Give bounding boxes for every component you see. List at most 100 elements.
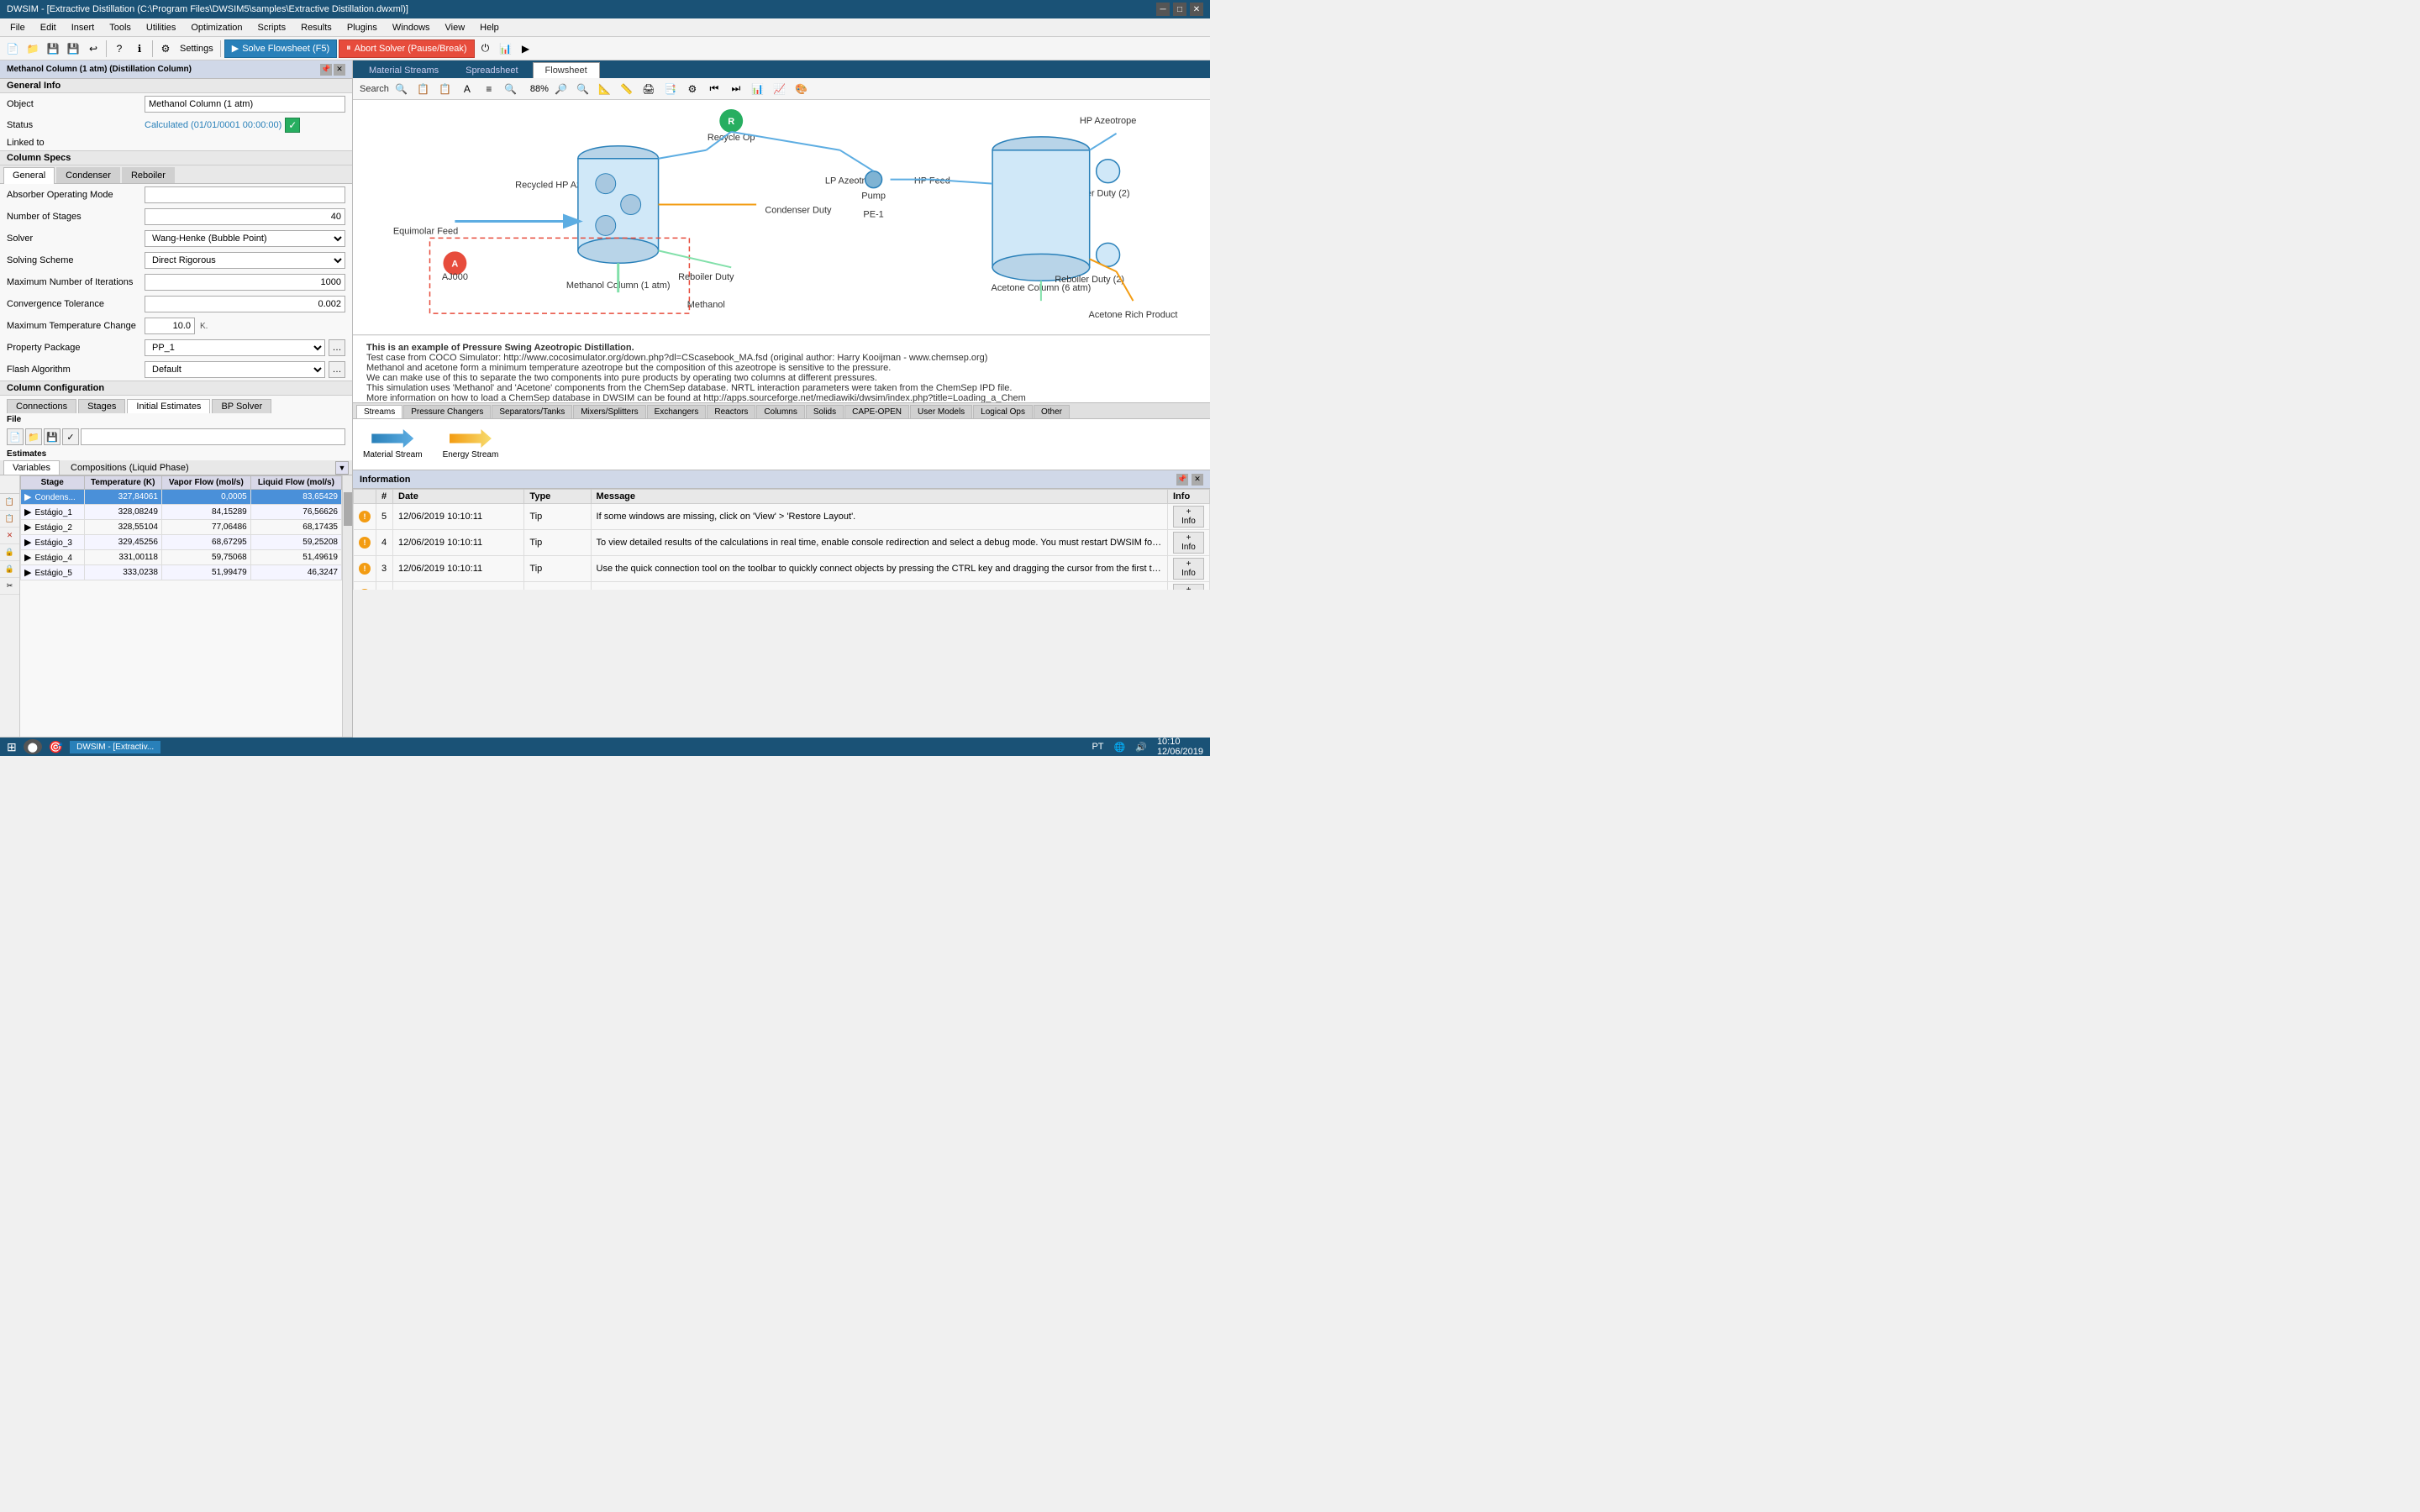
info-btn-2[interactable]: + Info (1173, 558, 1204, 580)
solver-select[interactable]: Wang-Henke (Bubble Point) (145, 230, 345, 247)
fs-tool-8[interactable]: 📊 (749, 80, 767, 98)
info-table-row[interactable]: ! 5 12/06/2019 10:10:11 Tip If some wind… (354, 504, 1210, 530)
row-icon-1[interactable]: 📋 (0, 511, 19, 528)
fs-tool-2[interactable]: 📏 (618, 80, 636, 98)
info-table-row[interactable]: ! 4 12/06/2019 10:10:11 Tip To view deta… (354, 530, 1210, 556)
info-btn-0[interactable]: + Info (1173, 506, 1204, 528)
fs-font-btn[interactable]: A (458, 80, 476, 98)
toggle-solver-btn[interactable]: ⏻ (476, 39, 495, 58)
fs-tool-1[interactable]: 📐 (596, 80, 614, 98)
estimates-table-row[interactable]: ▶Estágio_4 331,00118 59,75068 51,49619 (21, 550, 342, 565)
max-temp-input[interactable] (145, 318, 195, 334)
save-btn[interactable]: 💾 (44, 39, 62, 58)
menu-scripts[interactable]: Scripts (251, 21, 293, 34)
tab-spreadsheet[interactable]: Spreadsheet (453, 62, 530, 78)
info-row-info-btn[interactable]: + Info (1168, 530, 1210, 556)
flash-algo-select[interactable]: Default (145, 361, 325, 378)
tab-general[interactable]: General (3, 167, 55, 184)
scrollbar-thumb[interactable] (344, 492, 352, 526)
prop-pkg-edit-btn[interactable]: … (329, 339, 345, 356)
tab-connections[interactable]: Connections (7, 399, 76, 413)
fs-tool-7[interactable]: ⏭ (727, 80, 745, 98)
maximize-button[interactable]: □ (1173, 3, 1186, 16)
fs-tool-9[interactable]: 📈 (771, 80, 789, 98)
info-panel-pin-btn[interactable]: 📌 (1176, 474, 1188, 486)
fs-zoom-in-btn[interactable]: 🔍 (502, 80, 520, 98)
info-table-row[interactable]: ! 3 12/06/2019 10:10:11 Tip Use the quic… (354, 556, 1210, 582)
menu-edit[interactable]: Edit (34, 21, 63, 34)
max-iter-input[interactable] (145, 274, 345, 291)
settings-toolbar-btn[interactable]: ⚙ (156, 39, 175, 58)
status-value[interactable]: Calculated (01/01/0001 00:00:00) (145, 120, 281, 130)
fs-tool-6[interactable]: ⏮ (705, 80, 723, 98)
info-row-info-btn[interactable]: + Info (1168, 504, 1210, 530)
row-icon-0[interactable]: 📋 (0, 494, 19, 511)
tab-initial-estimates[interactable]: Initial Estimates (127, 399, 210, 413)
palette-tab-logical-ops[interactable]: Logical Ops (973, 405, 1033, 418)
fs-copy-btn[interactable]: 📋 (414, 80, 433, 98)
save-as-btn[interactable]: 💾 (64, 39, 82, 58)
menu-help[interactable]: Help (473, 21, 506, 34)
panel-pin-btn[interactable]: 📌 (320, 64, 332, 76)
filter-btn[interactable]: ▼ (335, 461, 349, 475)
fs-paste-btn[interactable]: 📋 (436, 80, 455, 98)
extra-btn-1[interactable]: 📊 (497, 39, 515, 58)
palette-tab-reactors[interactable]: Reactors (707, 405, 755, 418)
menu-windows[interactable]: Windows (386, 21, 437, 34)
fs-search-btn[interactable]: 🔍 (392, 80, 411, 98)
info-panel-close-btn[interactable]: ✕ (1192, 474, 1203, 486)
conv-tol-input[interactable] (145, 296, 345, 312)
fs-tool-4[interactable]: 📑 (661, 80, 680, 98)
row-icon-5[interactable]: ✂ (0, 578, 19, 595)
info-row-info-btn[interactable]: + Info (1168, 556, 1210, 582)
minimize-button[interactable]: ─ (1156, 3, 1170, 16)
tab-material-streams[interactable]: Material Streams (356, 62, 451, 78)
row-icon-4[interactable]: 🔒 (0, 561, 19, 578)
estimates-table-row[interactable]: ▶Estágio_2 328,55104 77,06486 68,17435 (21, 520, 342, 535)
tab-condenser[interactable]: Condenser (56, 167, 120, 183)
undo-btn[interactable]: ↩ (84, 39, 103, 58)
palette-tab-mixers[interactable]: Mixers/Splitters (573, 405, 645, 418)
palette-tab-streams[interactable]: Streams (356, 405, 402, 418)
estimates-table-row[interactable]: ▶Condens... 327,84061 0,0005 83,65429 (21, 490, 342, 505)
fs-tool-3[interactable]: 🖨 (639, 80, 658, 98)
menu-insert[interactable]: Insert (65, 21, 102, 34)
row-icon-2[interactable]: ✕ (0, 528, 19, 544)
open-btn[interactable]: 📁 (24, 39, 42, 58)
fs-zoom-in-2[interactable]: 🔎 (552, 80, 571, 98)
fs-zoom-out[interactable]: 🔍 (574, 80, 592, 98)
estimates-table-row[interactable]: ▶Estágio_5 333,0238 51,99479 46,3247 (21, 565, 342, 580)
absorber-mode-input[interactable] (145, 186, 345, 203)
info-btn-1[interactable]: + Info (1173, 532, 1204, 554)
info-btn[interactable]: ℹ (130, 39, 149, 58)
palette-tab-user-models[interactable]: User Models (910, 405, 972, 418)
num-stages-input[interactable] (145, 208, 345, 225)
menu-plugins[interactable]: Plugins (340, 21, 384, 34)
file-new-btn[interactable]: 📄 (7, 428, 24, 445)
palette-tab-separators[interactable]: Separators/Tanks (492, 405, 572, 418)
palette-tab-other[interactable]: Other (1034, 405, 1070, 418)
estimates-table-row[interactable]: ▶Estágio_1 328,08249 84,15289 76,56626 (21, 505, 342, 520)
info-btn-3[interactable]: + Info (1173, 584, 1204, 590)
fs-tool-10[interactable]: 🎨 (792, 80, 811, 98)
prop-pkg-select[interactable]: PP_1 (145, 339, 325, 356)
tab-stages[interactable]: Stages (78, 399, 125, 413)
palette-tab-cape-open[interactable]: CAPE-OPEN (844, 405, 909, 418)
fs-align-btn[interactable]: ≡ (480, 80, 498, 98)
info-table-row[interactable]: ! 2 12/06/2019 10:10:11 Tip Press F5 on … (354, 582, 1210, 591)
dwsim-taskbar[interactable]: DWSIM - [Extractiv... (70, 741, 160, 753)
menu-results[interactable]: Results (294, 21, 339, 34)
file-path-input[interactable] (81, 428, 345, 445)
file-save-btn[interactable]: 💾 (44, 428, 60, 445)
flowsheet-area[interactable]: R Recycle Op HP Azeotrope Recycled HP Az… (353, 100, 1210, 335)
menu-tools[interactable]: Tools (103, 21, 138, 34)
start-btn[interactable]: ⊞ (7, 740, 17, 754)
palette-tab-exchangers[interactable]: Exchangers (647, 405, 707, 418)
palette-tab-columns[interactable]: Columns (756, 405, 804, 418)
tab-reboiler[interactable]: Reboiler (122, 167, 175, 183)
menu-view[interactable]: View (439, 21, 472, 34)
extra-btn-2[interactable]: ▶ (517, 39, 535, 58)
new-btn[interactable]: 📄 (3, 39, 22, 58)
close-button[interactable]: ✕ (1190, 3, 1203, 16)
help-btn[interactable]: ? (110, 39, 129, 58)
